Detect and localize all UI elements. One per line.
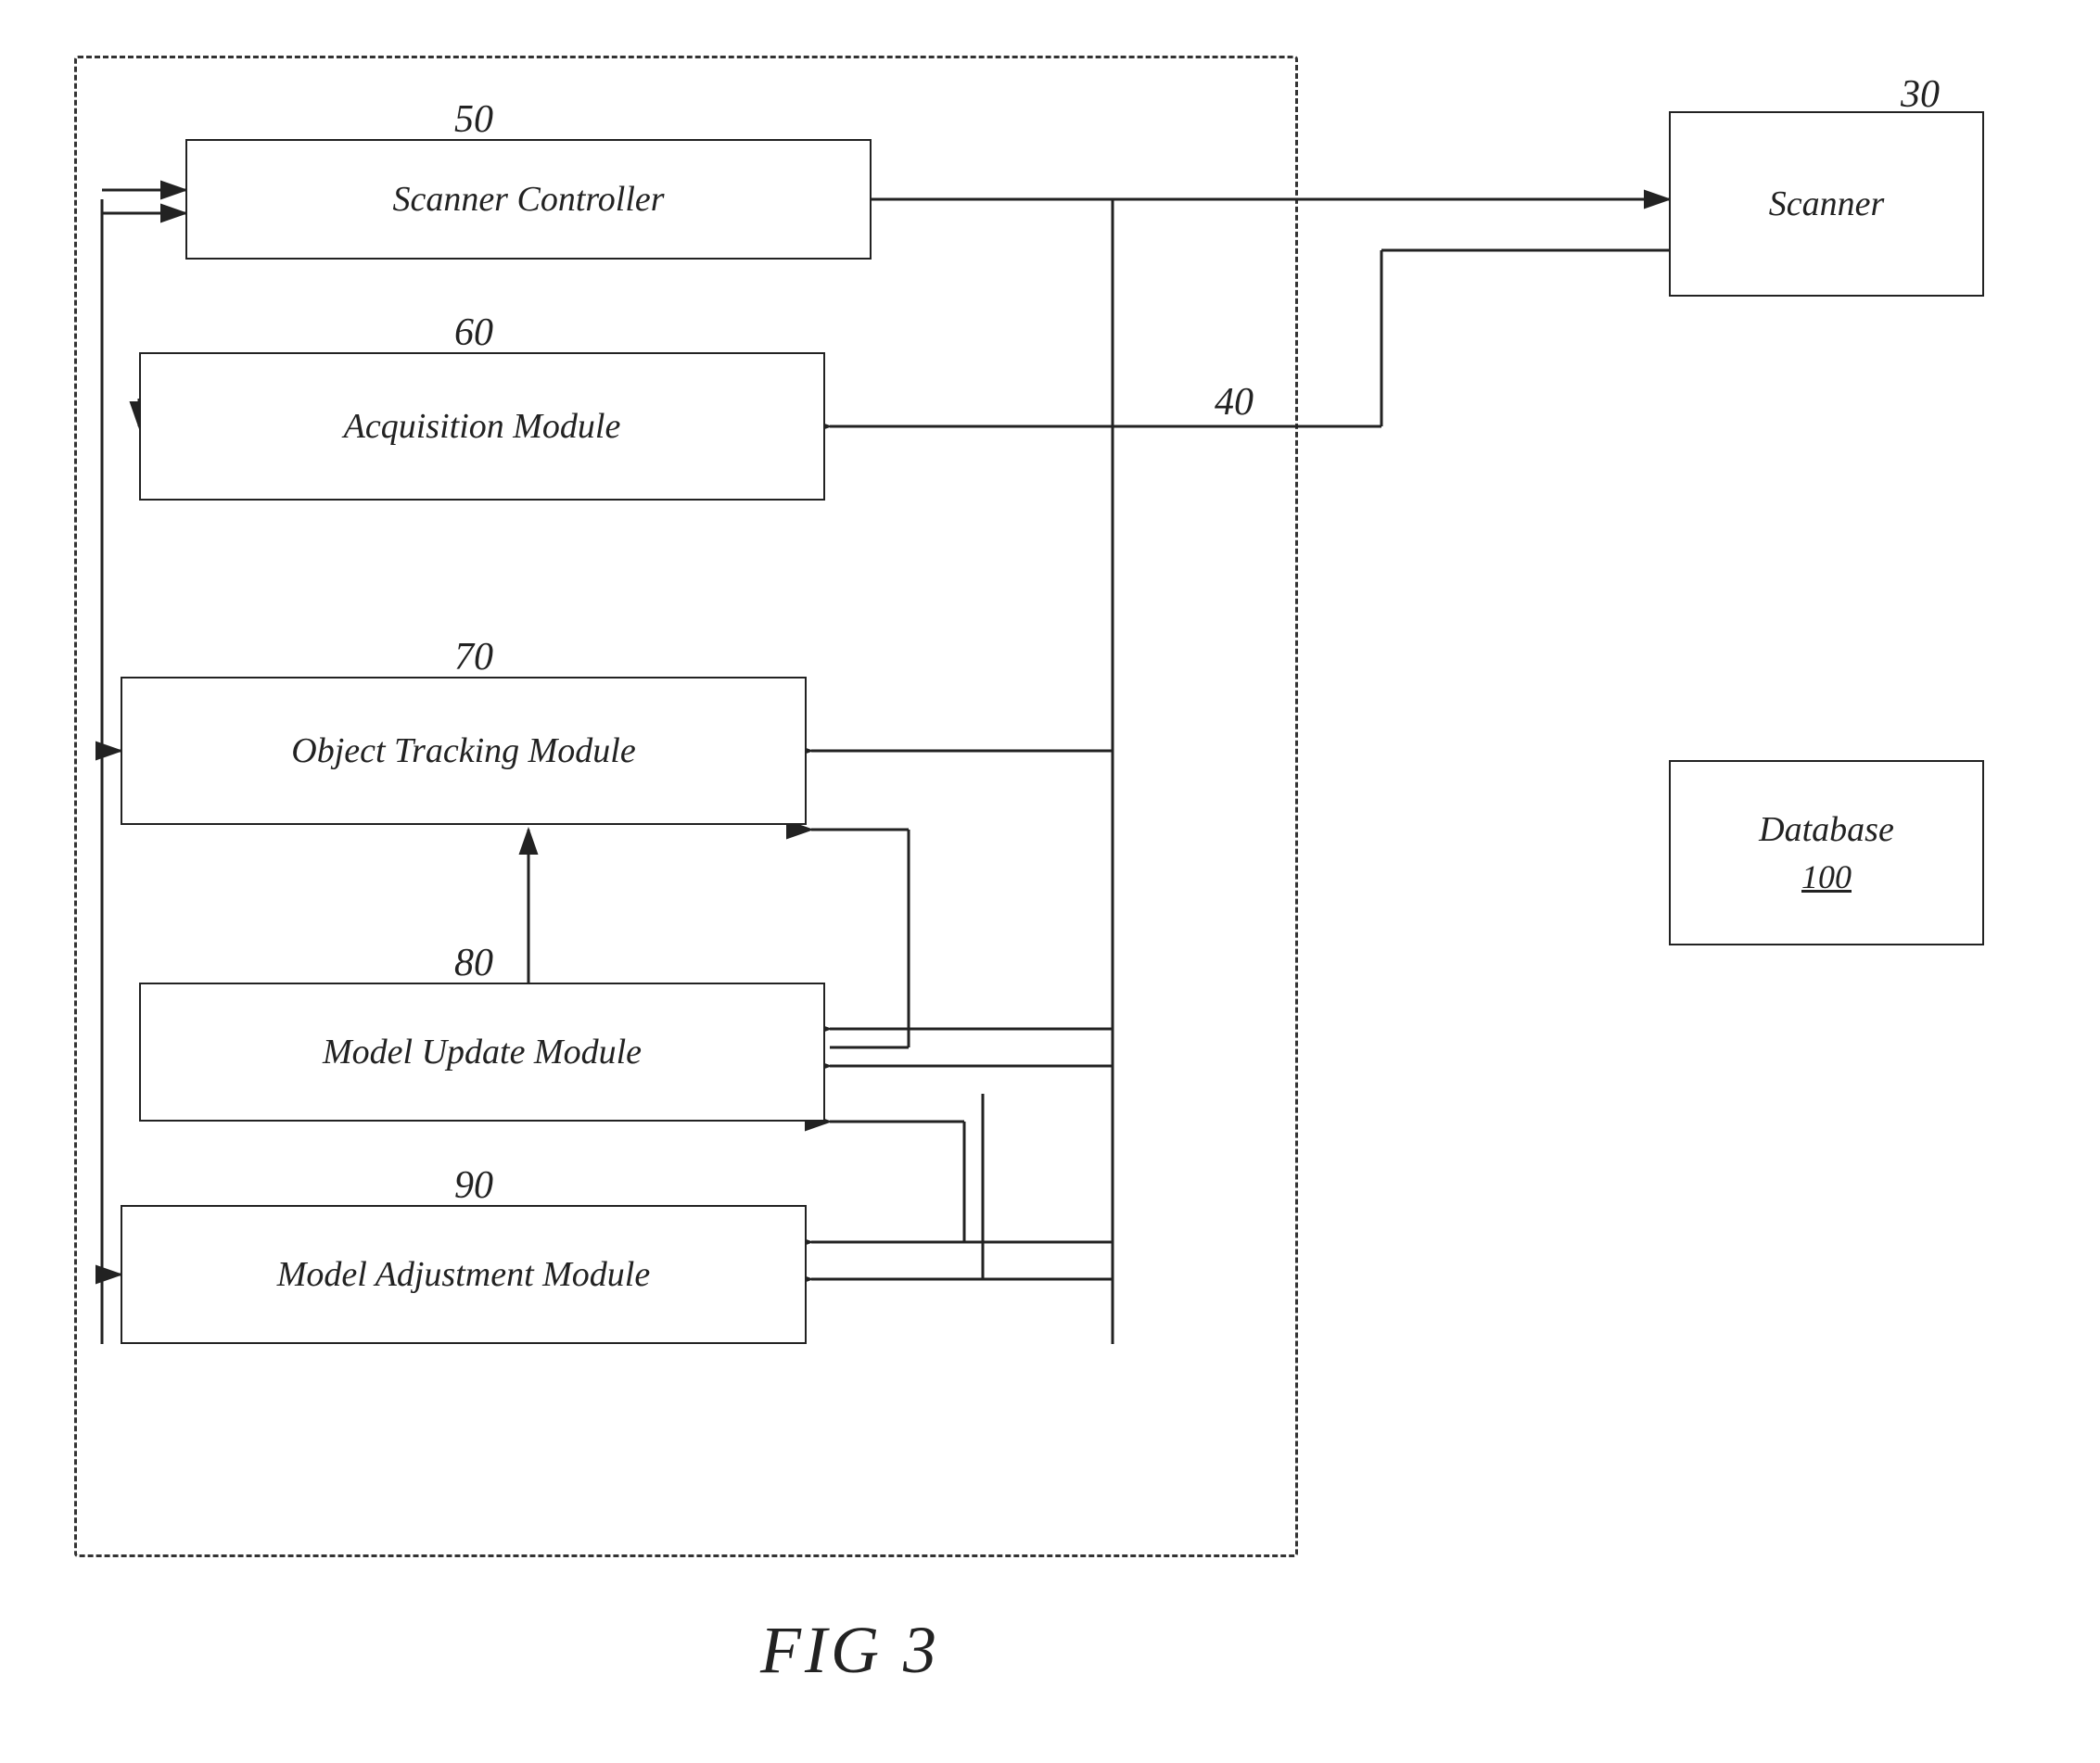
scanner-controller-label: Scanner Controller — [392, 179, 664, 220]
model-adjustment-module-label: Model Adjustment Module — [277, 1254, 650, 1295]
database-ref: 100 — [1801, 858, 1852, 895]
object-tracking-module-box: Object Tracking Module — [121, 677, 807, 825]
acquisition-module-box: Acquisition Module — [139, 352, 825, 501]
ref-90: 90 — [454, 1163, 493, 1208]
fig-label: FIG 3 — [760, 1612, 940, 1689]
model-update-module-box: Model Update Module — [139, 983, 825, 1122]
scanner-label: Scanner — [1769, 184, 1885, 224]
model-update-module-label: Model Update Module — [323, 1032, 642, 1072]
scanner-controller-box: Scanner Controller — [185, 139, 872, 260]
model-adjustment-module-box: Model Adjustment Module — [121, 1205, 807, 1344]
ref-50: 50 — [454, 97, 493, 142]
ref-80: 80 — [454, 941, 493, 985]
ref-60: 60 — [454, 311, 493, 355]
object-tracking-module-label: Object Tracking Module — [291, 730, 635, 771]
scanner-box: Scanner — [1669, 111, 1984, 297]
ref-30: 30 — [1901, 72, 1940, 117]
database-label: Database — [1759, 809, 1894, 850]
ref-40: 40 — [1215, 380, 1254, 425]
acquisition-module-label: Acquisition Module — [344, 406, 621, 447]
ref-70: 70 — [454, 635, 493, 679]
database-box: Database 100 — [1669, 760, 1984, 945]
diagram-container: Scanner Controller Scanner Acquisition M… — [0, 0, 2100, 1763]
